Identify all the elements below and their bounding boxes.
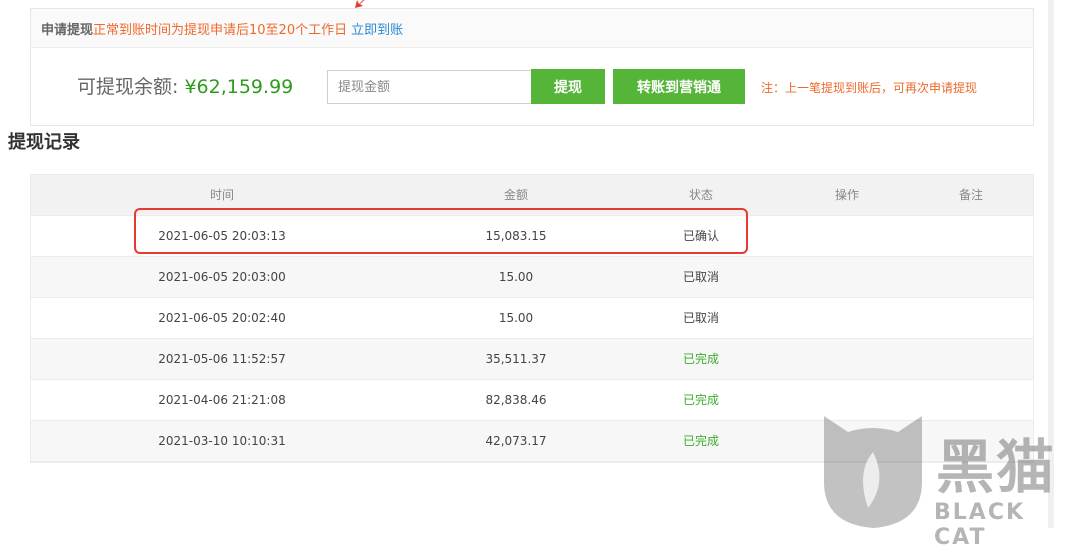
table-row: 2021-06-05 20:03:00 15.00 已取消 [31,257,1033,298]
cell-time: 2021-05-06 11:52:57 [158,352,286,366]
cell-status: 已完成 [682,434,719,448]
balance-value: ¥62,159.99 [184,76,294,98]
watermark-subtext: BLACK CAT [934,500,1026,550]
cell-status: 已完成 [682,393,719,407]
cell-time: 2021-06-05 20:03:00 [158,270,286,284]
highlight-annotation [134,208,748,254]
withdraw-panel-header: 申请提现 正常到账时间为提现申请后10至20个工作日 立即到账 [31,9,1033,48]
cell-amount: 82,838.46 [485,393,547,407]
cell-time: 2021-06-05 20:02:40 [158,311,286,325]
cell-time: 2021-04-06 21:21:08 [158,393,286,407]
table-row: 2021-06-05 20:02:40 15.00 已取消 [31,298,1033,339]
balance-display: 可提现余额: ¥62,159.99 [77,72,293,99]
header-notice: 正常到账时间为提现申请后10至20个工作日 [93,22,348,38]
transfer-button[interactable]: 转账到营销通 [613,69,745,104]
cell-time: 2021-03-10 10:10:31 [158,434,286,448]
cell-status: 已取消 [682,270,719,284]
column-header-note: 备注 [958,188,983,202]
table-row: 2021-04-06 21:21:08 82,838.46 已完成 [31,380,1033,421]
cell-amount: 42,073.17 [485,434,547,448]
red-arrow-icon [355,0,365,8]
instant-arrival-link[interactable]: 立即到账 [351,19,403,38]
withdraw-tip: 注：上一笔提现到账后，可再次申请提现 [761,81,978,95]
page-scrollbar[interactable] [1048,0,1054,528]
withdraw-amount-input[interactable] [327,70,547,104]
withdraw-button[interactable]: 提现 [531,69,605,104]
withdraw-panel: 申请提现 正常到账时间为提现申请后10至20个工作日 立即到账 可提现余额: ¥… [30,8,1034,126]
balance-label: 可提现余额: [77,76,185,98]
table-row: 2021-03-10 10:10:31 42,073.17 已完成 [31,421,1033,462]
cell-amount: 35,511.37 [485,352,547,366]
records-title: 提现记录 [8,132,80,153]
table-row: 2021-05-06 11:52:57 35,511.37 已完成 [31,339,1033,380]
column-header-operation: 操作 [834,188,859,202]
withdraw-form: 可提现余额: ¥62,159.99 提现 转账到营销通 注：上一笔提现到账后，可… [31,48,1033,125]
cell-status: 已完成 [682,352,719,366]
header-title: 申请提现 [41,22,94,38]
cell-status: 已取消 [682,311,719,325]
cell-amount: 15.00 [498,270,534,284]
cell-amount: 15.00 [498,311,534,325]
